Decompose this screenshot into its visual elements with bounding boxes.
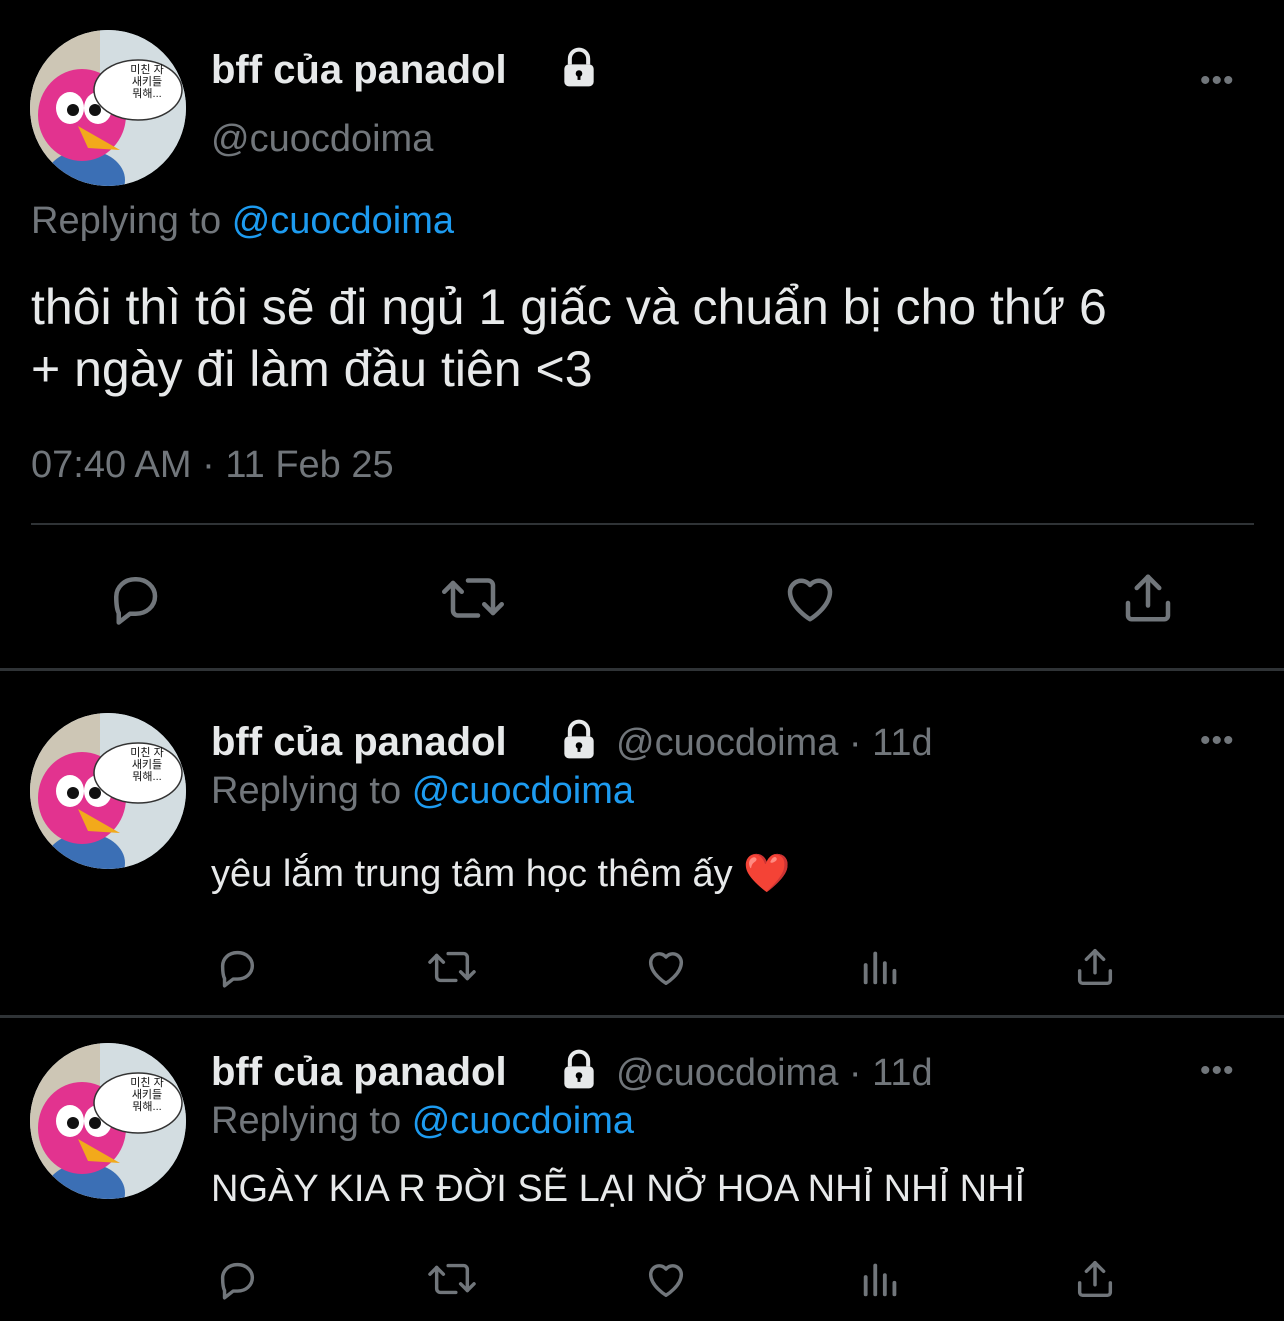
bubble-text-2: 새키들	[131, 759, 163, 771]
tweet-text-line-1: thôi thì tôi sẽ đi ngủ 1 giấc và chuẩn b…	[31, 279, 1107, 335]
views-icon[interactable]	[858, 1256, 904, 1302]
avatar[interactable]: 미친 자 새키들 뭐해...	[30, 30, 186, 186]
reply-text: NGÀY KIA R ĐỜI SẼ LẠI NỞ HOA NHỈ NHỈ NHỈ	[211, 1168, 1026, 1210]
like-icon[interactable]	[643, 944, 689, 990]
bubble-text-3: 뭐해...	[132, 1101, 162, 1113]
replying-prefix: Replying to	[31, 200, 222, 242]
replying-prefix: Replying to	[211, 770, 402, 812]
retweet-icon[interactable]	[426, 944, 478, 990]
replying-handle[interactable]: @cuocdoima	[232, 200, 454, 242]
tweet-text-line-2: + ngày đi làm đầu tiên <3	[31, 341, 593, 397]
retweet-icon[interactable]	[440, 568, 506, 628]
lock-icon	[557, 718, 601, 767]
reply-icon[interactable]	[105, 568, 165, 628]
reply-icon[interactable]	[214, 944, 260, 990]
views-icon[interactable]	[858, 944, 904, 990]
divider	[31, 523, 1254, 525]
replying-handle[interactable]: @cuocdoima	[412, 1100, 634, 1142]
section-divider	[0, 1015, 1284, 1018]
lock-icon	[557, 46, 601, 95]
tweet-text: thôi thì tôi sẽ đi ngủ 1 giấc và chuẩn b…	[31, 276, 1107, 400]
more-options-icon[interactable]: •••	[1200, 726, 1235, 756]
retweet-icon[interactable]	[426, 1256, 478, 1302]
more-options-icon[interactable]: •••	[1200, 66, 1235, 96]
replying-handle[interactable]: @cuocdoima	[412, 770, 634, 812]
display-name[interactable]: bff của panadol	[211, 1050, 507, 1095]
share-icon[interactable]	[1118, 568, 1178, 628]
avatar[interactable]: 미친 자 새키들 뭐해...	[30, 1043, 186, 1199]
display-name[interactable]: bff của panadol	[211, 720, 507, 765]
display-name[interactable]: bff của panadol	[211, 48, 507, 93]
avatar[interactable]: 미친 자 새키들 뭐해...	[30, 713, 186, 869]
replying-to: Replying to @cuocdoima	[31, 200, 454, 243]
handle-time[interactable]: @cuocdoima · 11d	[616, 722, 933, 765]
timestamp[interactable]: 07:40 AM · 11 Feb 25	[31, 444, 394, 487]
bubble-text-1: 미친 자	[130, 1077, 164, 1089]
bubble-text-3: 뭐해...	[132, 771, 162, 783]
bubble-text-1: 미친 자	[130, 64, 164, 76]
like-icon[interactable]	[780, 568, 840, 628]
bubble-text-1: 미친 자	[130, 747, 164, 759]
lock-icon	[557, 1048, 601, 1097]
reply-text: yêu lắm trung tâm học thêm ấy ❤️	[211, 853, 791, 895]
like-icon[interactable]	[643, 1256, 689, 1302]
bubble-text-2: 새키들	[131, 76, 163, 88]
share-icon[interactable]	[1072, 944, 1118, 990]
more-options-icon[interactable]: •••	[1200, 1056, 1235, 1086]
section-divider	[0, 668, 1284, 671]
replying-prefix: Replying to	[211, 1100, 402, 1142]
replying-to: Replying to @cuocdoima	[211, 1100, 634, 1143]
bubble-text-2: 새키들	[131, 1089, 163, 1101]
reply-icon[interactable]	[214, 1256, 260, 1302]
replying-to: Replying to @cuocdoima	[211, 770, 634, 813]
handle[interactable]: @cuocdoima	[211, 118, 433, 161]
handle-time[interactable]: @cuocdoima · 11d	[616, 1052, 933, 1095]
share-icon[interactable]	[1072, 1256, 1118, 1302]
bubble-text-3: 뭐해...	[132, 88, 162, 100]
